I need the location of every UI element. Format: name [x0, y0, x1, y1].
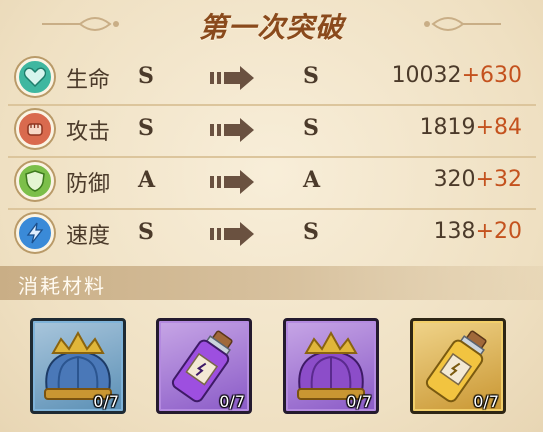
grade-before: S	[138, 219, 154, 245]
grade-before: S	[138, 63, 154, 89]
arrow-right-icon	[210, 222, 254, 246]
heart-icon	[16, 58, 54, 96]
stat-base: 138	[433, 219, 476, 244]
right-flourish-icon	[424, 17, 501, 31]
materials-header: 消耗材料	[0, 266, 543, 300]
stat-value: 10032+630	[392, 63, 522, 88]
stat-row-speed: 速度 S S 138+20	[8, 210, 536, 260]
stat-row-attack: 攻击 S S 1819+84	[8, 106, 536, 158]
stat-name: 生命	[66, 68, 111, 93]
stat-bonus: +20	[475, 219, 522, 244]
grade-before: A	[138, 167, 156, 193]
stat-name: 速度	[66, 224, 111, 249]
stat-row-hp: 生命 S S 10032+630	[8, 54, 536, 106]
material-count: 0/7	[93, 392, 119, 411]
stat-value: 138+20	[434, 219, 522, 244]
stat-name: 防御	[66, 172, 111, 197]
stat-name: 攻击	[66, 120, 111, 145]
fist-icon	[16, 110, 54, 148]
breakthrough-panel: 第一次突破 生命 S S 10032+630 攻击 S S 1819+84 防御…	[0, 0, 543, 432]
stat-bonus: +32	[475, 167, 522, 192]
stat-row-defense: 防御 A A 320+32	[8, 158, 536, 210]
materials-title: 消耗材料	[18, 274, 106, 298]
grade-after: A	[303, 167, 321, 193]
material-slot-3[interactable]: 0/7	[283, 318, 379, 414]
arrow-right-icon	[210, 118, 254, 142]
lightning-icon	[16, 214, 54, 252]
stat-value: 320+32	[434, 167, 522, 192]
stat-base: 1819	[419, 115, 476, 140]
stat-bonus: +84	[475, 115, 522, 140]
arrow-right-icon	[210, 170, 254, 194]
stat-base: 10032	[391, 63, 462, 88]
material-slot-1[interactable]: 0/7	[30, 318, 126, 414]
shield-icon	[16, 162, 54, 200]
grade-after: S	[303, 115, 319, 141]
material-count: 0/7	[346, 392, 372, 411]
stat-bonus: +630	[461, 63, 522, 88]
arrow-right-icon	[210, 66, 254, 90]
stat-value: 1819+84	[420, 115, 522, 140]
grade-after: S	[303, 219, 319, 245]
material-count: 0/7	[219, 392, 245, 411]
material-count: 0/7	[473, 392, 499, 411]
material-slot-4[interactable]: 0/7	[410, 318, 506, 414]
material-slot-2[interactable]: 0/7	[156, 318, 252, 414]
grade-before: S	[138, 115, 154, 141]
title-bar: 第一次突破	[0, 0, 543, 52]
grade-after: S	[303, 63, 319, 89]
stat-base: 320	[433, 167, 476, 192]
